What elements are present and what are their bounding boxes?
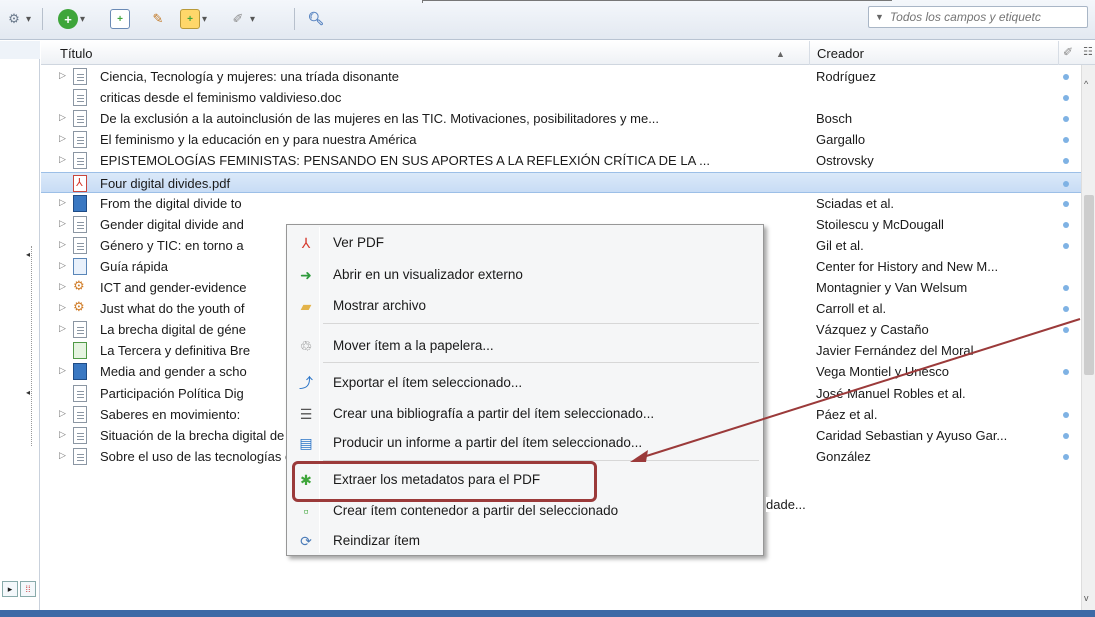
annotation-arrowhead: [630, 450, 648, 462]
annotation-arrow: [630, 318, 1081, 462]
annotation-arrow-line: [639, 318, 1081, 459]
